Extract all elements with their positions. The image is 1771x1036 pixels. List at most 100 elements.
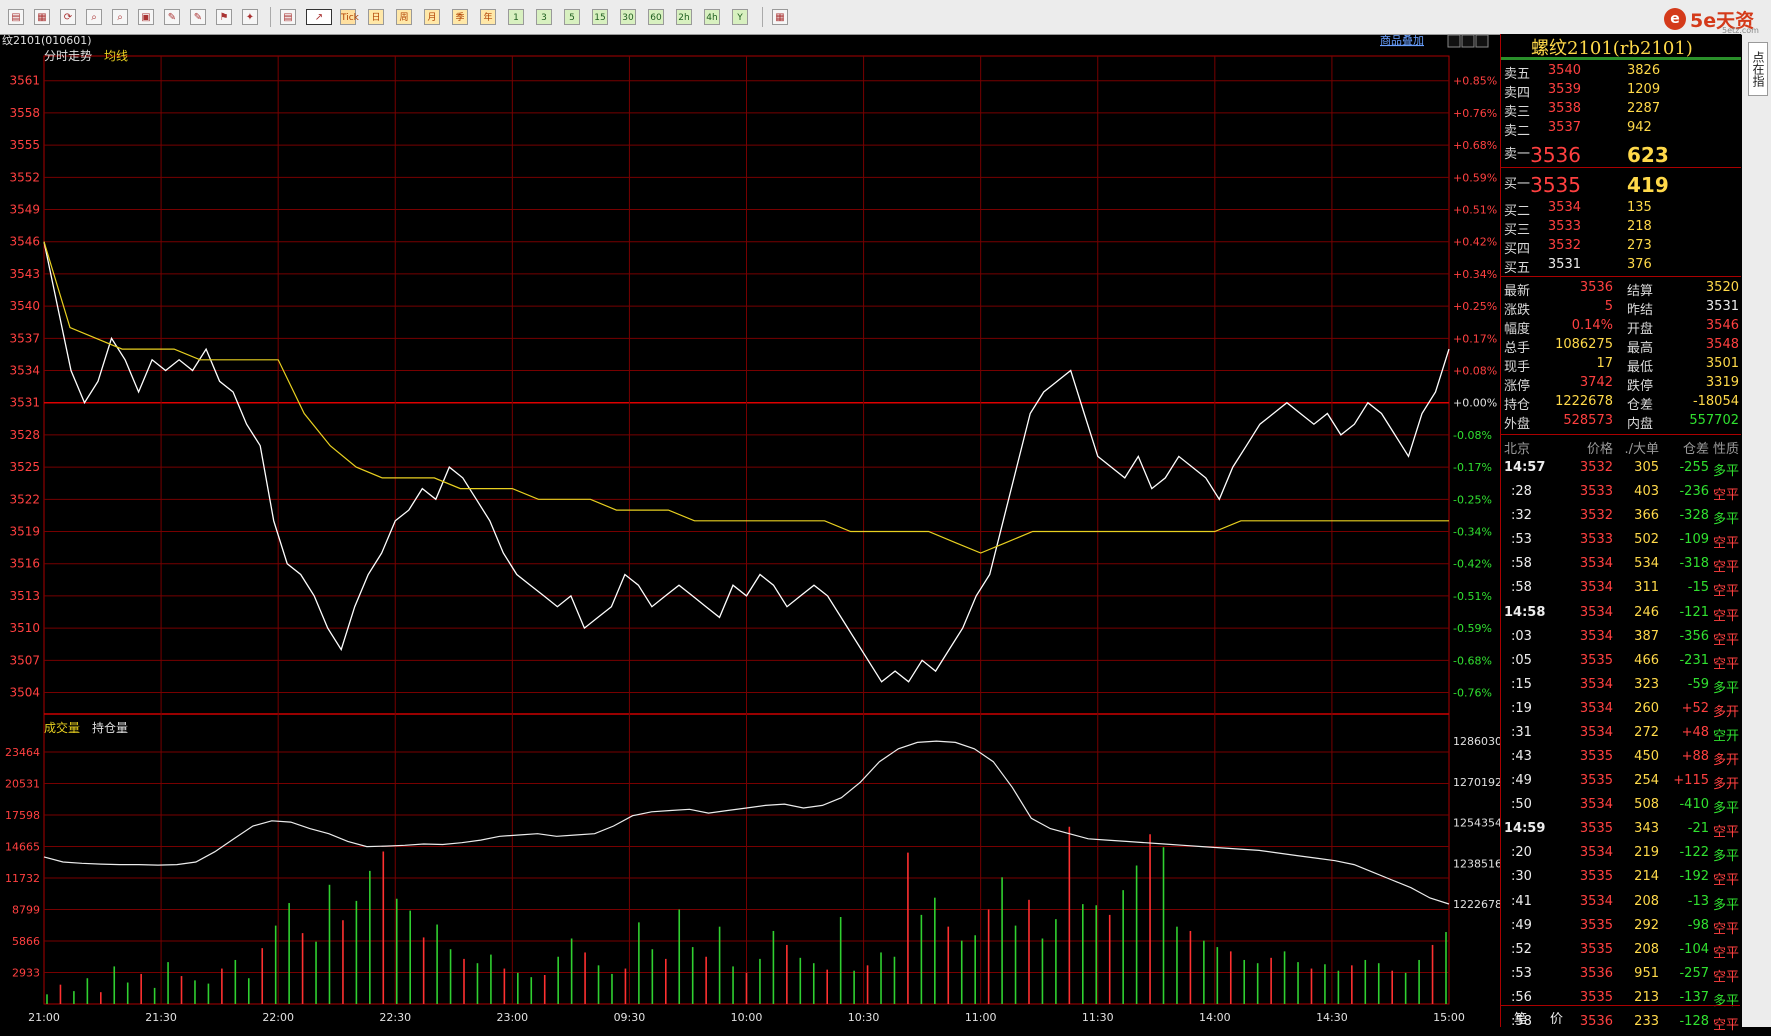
- tool-icon-7[interactable]: ✎: [190, 9, 206, 25]
- trade-t: :41: [1511, 893, 1532, 909]
- level-price: 3536: [1530, 143, 1581, 167]
- period-button-13[interactable]: 4h: [704, 9, 720, 25]
- price-tick: 3504: [9, 686, 40, 700]
- period-button-5[interactable]: 年: [480, 9, 496, 25]
- trade-row[interactable]: :52 3535 208 -104 空平: [1501, 942, 1741, 964]
- time-tick: 15:00: [1433, 1011, 1465, 1024]
- trade-t: :15: [1511, 676, 1532, 692]
- trade-row[interactable]: 14:57 3532 305 -255 多平: [1501, 460, 1741, 482]
- tab-price[interactable]: 价: [1550, 1008, 1563, 1027]
- pct-tick: +0.76%: [1453, 107, 1497, 120]
- tool-icon-5[interactable]: ▣: [138, 9, 154, 25]
- pct-tick: +0.68%: [1453, 139, 1497, 152]
- trade-v: 450: [1634, 749, 1659, 764]
- tool-icon-1[interactable]: ▦: [34, 9, 50, 25]
- trade-row[interactable]: :41 3534 208 -13 多平: [1501, 894, 1741, 916]
- trade-row[interactable]: :58 3534 311 -15 空平: [1501, 580, 1741, 602]
- level-label: 买四: [1504, 242, 1531, 257]
- tool-icon-9[interactable]: ✦: [242, 9, 258, 25]
- trade-row[interactable]: :53 3533 502 -109 空平: [1501, 532, 1741, 554]
- period-button-12[interactable]: 2h: [676, 9, 692, 25]
- trade-row[interactable]: :49 3535 254 +115 多开: [1501, 773, 1741, 795]
- asks-row[interactable]: 卖五 3540 3826: [1501, 63, 1741, 82]
- trade-n: 多平: [1712, 512, 1739, 528]
- period-button-6[interactable]: 1: [508, 9, 524, 25]
- trade-row[interactable]: :31 3534 272 +48 空开: [1501, 725, 1741, 747]
- bids-row[interactable]: 买四 3532 273: [1501, 238, 1741, 257]
- trade-row[interactable]: :19 3534 260 +52 多开: [1501, 701, 1741, 723]
- period-button-9[interactable]: 15: [592, 9, 608, 25]
- level-volume: 218: [1627, 219, 1652, 234]
- trade-row[interactable]: :28 3533 403 -236 空平: [1501, 484, 1741, 506]
- trade-row[interactable]: :50 3534 508 -410 多平: [1501, 797, 1741, 819]
- trade-row[interactable]: :05 3535 466 -231 空平: [1501, 653, 1741, 675]
- level-price: 3533: [1547, 219, 1581, 234]
- tool-icon-8[interactable]: ⚑: [216, 9, 232, 25]
- price-tick: 3552: [9, 170, 40, 184]
- tool-icon-2[interactable]: ⟳: [60, 9, 76, 25]
- period-button-3[interactable]: 月: [424, 9, 440, 25]
- trade-t: :28: [1511, 484, 1532, 500]
- quote-v2: 3520: [1705, 280, 1739, 295]
- trade-t: :58: [1511, 580, 1532, 596]
- period-button-1[interactable]: 日: [368, 9, 384, 25]
- price-tick: 3546: [9, 235, 40, 249]
- tool-icon-4[interactable]: ⌕: [112, 9, 128, 25]
- tab-ticks[interactable]: 笔: [1514, 1008, 1527, 1027]
- period-button-2[interactable]: 周: [396, 9, 412, 25]
- trade-row[interactable]: :53 3536 951 -257 空平: [1501, 966, 1741, 988]
- trade-row[interactable]: :32 3532 366 -328 多平: [1501, 508, 1741, 530]
- bids-row[interactable]: 买三 3533 218: [1501, 219, 1741, 238]
- trade-row[interactable]: :03 3534 387 -356 空平: [1501, 629, 1741, 651]
- quote-l2: 最高: [1627, 341, 1654, 356]
- calendar-icon[interactable]: ▦: [772, 9, 788, 25]
- tool-icon-3[interactable]: ⌕: [86, 9, 102, 25]
- volume-tick: 8799: [12, 904, 40, 917]
- volume-tick: 20531: [5, 778, 40, 791]
- price-tick: 3513: [9, 589, 40, 603]
- level-label: 卖一: [1504, 147, 1531, 162]
- period-button-10[interactable]: 30: [620, 9, 636, 25]
- trade-row[interactable]: 14:59 3535 343 -21 空平: [1501, 821, 1741, 843]
- period-button-8[interactable]: 5: [564, 9, 580, 25]
- period-button-7[interactable]: 3: [536, 9, 552, 25]
- pin-button[interactable]: 点在指: [1748, 42, 1768, 96]
- period-button-0[interactable]: Tick: [340, 9, 359, 25]
- trade-row[interactable]: :49 3535 292 -98 空平: [1501, 918, 1741, 940]
- pct-tick: +0.59%: [1453, 171, 1497, 184]
- trade-row[interactable]: :20 3534 219 -122 多平: [1501, 845, 1741, 867]
- quote-l2: 结算: [1627, 284, 1654, 299]
- price-tick: 3507: [9, 653, 40, 667]
- price-tick: 3516: [9, 557, 40, 571]
- trade-row[interactable]: 14:58 3534 246 -121 空平: [1501, 605, 1741, 627]
- trade-oi: -257: [1679, 965, 1709, 981]
- trade-row[interactable]: :15 3534 323 -59 多平: [1501, 677, 1741, 699]
- bids-row[interactable]: 买五 3531 376: [1501, 257, 1741, 276]
- asks-row[interactable]: 卖四 3539 1209: [1501, 82, 1741, 101]
- trade-row[interactable]: :43 3535 450 +88 多开: [1501, 749, 1741, 771]
- trade-row[interactable]: :58 3534 534 -318 空平: [1501, 556, 1741, 578]
- oi-tick: 1270192: [1453, 776, 1500, 789]
- period-button-4[interactable]: 季: [452, 9, 468, 25]
- asks-row[interactable]: 卖三 3538 2287: [1501, 101, 1741, 120]
- price-tick: 3534: [9, 364, 40, 378]
- stats-divider: [1501, 434, 1741, 435]
- tool-icon-6[interactable]: ✎: [164, 9, 180, 25]
- period-button-11[interactable]: 60: [648, 9, 664, 25]
- trade-n: 多开: [1712, 777, 1739, 793]
- quote-v1: 17: [1596, 356, 1613, 371]
- tool-icon-0[interactable]: ▤: [8, 9, 24, 25]
- level-label: 卖四: [1504, 86, 1531, 101]
- asks-row[interactable]: 卖一 3536 623: [1501, 143, 1741, 167]
- level-price: 3538: [1547, 101, 1581, 116]
- period-button-14[interactable]: Y: [732, 9, 748, 25]
- table-icon[interactable]: ▤: [280, 9, 296, 25]
- bids-row[interactable]: 买二 3534 135: [1501, 200, 1741, 219]
- trade-oi: -328: [1679, 508, 1709, 524]
- trade-row[interactable]: :30 3535 214 -192 空平: [1501, 869, 1741, 891]
- bids-row[interactable]: 买一 3535 419: [1501, 173, 1741, 197]
- intraday-chart[interactable]: 纹2101(010601) 分时走势 均线 商品叠加 3561 +0.85% 3558 +0.…: [0, 34, 1500, 1027]
- asks-row[interactable]: 卖二 3537 942: [1501, 120, 1741, 139]
- intraday-icon[interactable]: ↗: [306, 9, 332, 25]
- trade-oi: -356: [1679, 628, 1709, 644]
